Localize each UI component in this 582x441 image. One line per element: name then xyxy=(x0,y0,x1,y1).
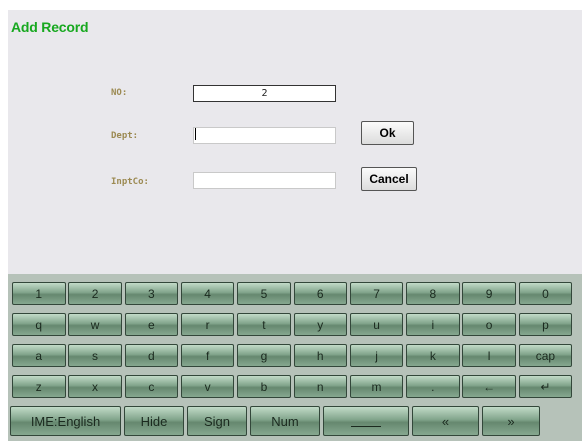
period-key[interactable]: . xyxy=(406,375,460,398)
inptco-field[interactable] xyxy=(193,172,336,189)
key-m[interactable]: m xyxy=(349,375,404,398)
text-cursor xyxy=(195,128,196,140)
backspace-key[interactable]: ← xyxy=(462,375,516,398)
key-p[interactable]: p xyxy=(518,313,573,336)
inptco-label: InptCo: xyxy=(111,177,149,187)
key-8[interactable]: 8 xyxy=(406,282,460,305)
key-s[interactable]: s xyxy=(68,344,122,367)
space-key[interactable] xyxy=(323,406,409,436)
key-j[interactable]: j xyxy=(349,344,404,367)
key-x[interactable]: x xyxy=(68,375,122,398)
key-k[interactable]: k xyxy=(406,344,460,367)
hide-key[interactable]: Hide xyxy=(124,406,184,436)
key-o[interactable]: o xyxy=(462,313,516,336)
key-a[interactable]: a xyxy=(12,344,66,367)
dept-field[interactable] xyxy=(193,127,336,144)
key-y[interactable]: y xyxy=(293,313,347,336)
dept-label: Dept: xyxy=(111,131,139,141)
key-c[interactable]: c xyxy=(124,375,179,398)
key-h[interactable]: h xyxy=(293,344,347,367)
key-7[interactable]: 7 xyxy=(349,282,404,305)
cancel-button[interactable]: Cancel xyxy=(361,167,417,191)
dialog-title: Add Record xyxy=(11,19,89,35)
key-n[interactable]: n xyxy=(293,375,347,398)
key-v[interactable]: v xyxy=(180,375,235,398)
on-screen-keyboard: 1 2 3 4 5 6 7 8 9 0 q w e r t y u i o p a s d f g h j k l cap z x c v b n m.… xyxy=(8,274,582,441)
key-e[interactable]: e xyxy=(124,313,179,336)
add-record-dialog: Add Record NO: 2 Dept: InptCo: Ok Cancel… xyxy=(8,10,582,441)
key-3[interactable]: 3 xyxy=(124,282,179,305)
key-z[interactable]: z xyxy=(12,375,66,398)
key-q[interactable]: q xyxy=(12,313,66,336)
enter-key[interactable]: ↵ xyxy=(518,375,573,398)
key-d[interactable]: d xyxy=(124,344,179,367)
key-w[interactable]: w xyxy=(68,313,122,336)
key-cap[interactable]: cap xyxy=(518,344,573,367)
no-field[interactable]: 2 xyxy=(193,85,336,102)
key-f[interactable]: f xyxy=(180,344,235,367)
key-4[interactable]: 4 xyxy=(180,282,235,305)
ime-english-key[interactable]: IME:English xyxy=(10,406,121,436)
key-u[interactable]: u xyxy=(349,313,404,336)
page-prev-key[interactable]: « xyxy=(412,406,479,436)
key-i[interactable]: i xyxy=(406,313,460,336)
key-b[interactable]: b xyxy=(237,375,291,398)
key-g[interactable]: g xyxy=(237,344,291,367)
space-bar-icon xyxy=(351,425,381,427)
key-5[interactable]: 5 xyxy=(237,282,291,305)
key-6[interactable]: 6 xyxy=(293,282,347,305)
key-l[interactable]: l xyxy=(462,344,516,367)
sign-key[interactable]: Sign xyxy=(187,406,247,436)
num-key[interactable]: Num xyxy=(250,406,320,436)
no-label: NO: xyxy=(111,88,128,98)
key-t[interactable]: t xyxy=(237,313,291,336)
key-1[interactable]: 1 xyxy=(12,282,66,305)
ok-button[interactable]: Ok xyxy=(361,121,414,145)
key-2[interactable]: 2 xyxy=(68,282,122,305)
key-0[interactable]: 0 xyxy=(518,282,573,305)
key-r[interactable]: r xyxy=(180,313,235,336)
page-next-key[interactable]: » xyxy=(482,406,540,436)
key-9[interactable]: 9 xyxy=(462,282,516,305)
